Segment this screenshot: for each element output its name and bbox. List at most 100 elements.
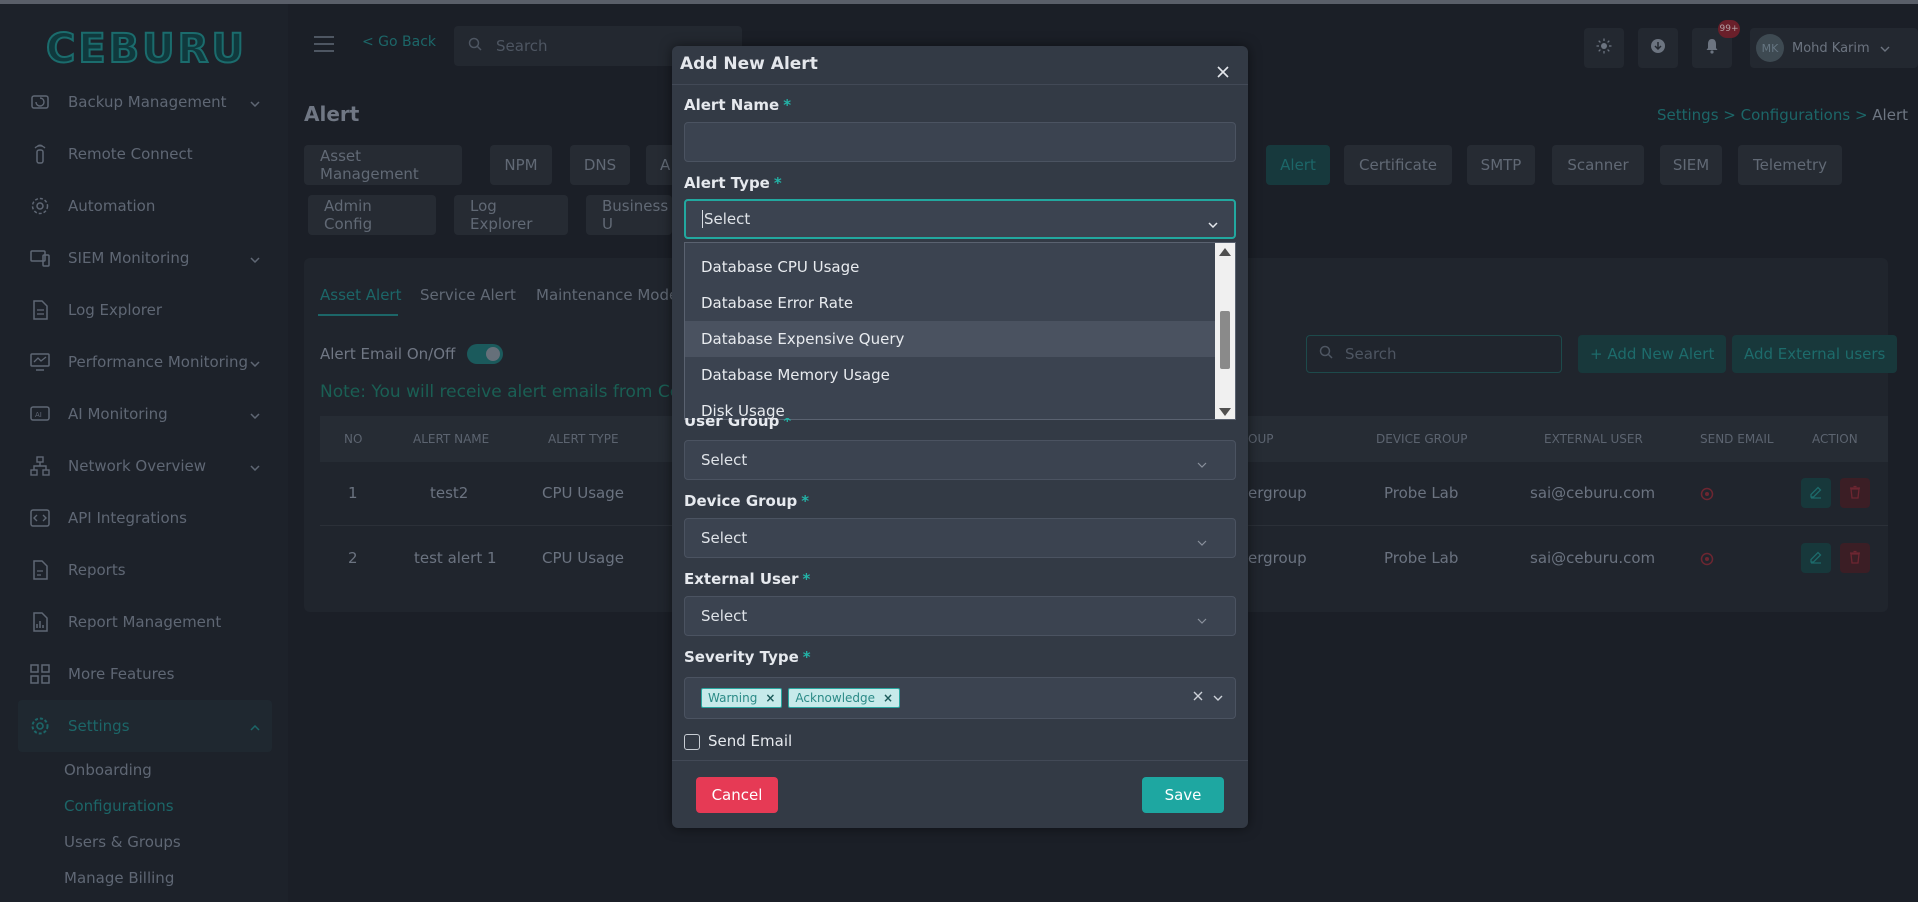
add-new-alert-button[interactable]: + Add New Alert	[1578, 335, 1727, 373]
alert-type-option[interactable]: Database Memory Usage	[685, 357, 1216, 393]
subtab-service-alert[interactable]: Service Alert	[420, 286, 516, 304]
ai-icon: AI	[28, 402, 52, 426]
sidebar-item-reports[interactable]: Reports	[18, 544, 272, 596]
chevron-down-icon	[250, 405, 260, 423]
scrollbar-thumb[interactable]	[1220, 311, 1230, 369]
sidebar-item-label: Network Overview	[68, 457, 207, 475]
go-back-link[interactable]: < Go Back	[362, 34, 436, 50]
config-tab-business[interactable]: Business U	[586, 195, 672, 235]
sidebar-item-settings[interactable]: Settings	[18, 700, 272, 752]
alert-type-select[interactable]: Select	[684, 199, 1236, 239]
severity-tag-label: Acknowledge	[795, 691, 876, 705]
config-tab-asset-management[interactable]: Asset Management	[304, 145, 462, 185]
config-tab-scanner[interactable]: Scanner	[1552, 145, 1644, 185]
sidebar-item-performance-monitoring[interactable]: Performance Monitoring	[18, 336, 272, 388]
sidebar-subitem-configurations[interactable]: Configurations	[18, 788, 272, 824]
device-group-select[interactable]: Select	[684, 518, 1236, 558]
sidebar-item-log-explorer[interactable]: Log Explorer	[18, 284, 272, 336]
download-button[interactable]	[1638, 28, 1678, 68]
table-cell-alert-name: test alert 1	[414, 549, 497, 567]
sidebar-item-remote-connect[interactable]: Remote Connect	[18, 128, 272, 180]
chevron-down-icon	[250, 457, 260, 475]
sidebar-item-ai-monitoring[interactable]: AI AI Monitoring	[18, 388, 272, 440]
severity-tag-label: Warning	[708, 691, 758, 705]
sidebar-item-label: Report Management	[68, 613, 222, 631]
modal-footer-divider	[672, 760, 1248, 761]
add-external-users-button[interactable]: Add External users	[1732, 335, 1898, 373]
config-tab-certificate[interactable]: Certificate	[1344, 145, 1452, 185]
config-tab-log-explorer[interactable]: Log Explorer	[454, 195, 568, 235]
chevron-down-icon	[250, 353, 260, 371]
remove-tag-icon[interactable]: ×	[765, 691, 775, 705]
network-icon	[28, 454, 52, 478]
notifications-button[interactable]: 99+	[1692, 20, 1740, 68]
hamburger-menu-icon[interactable]	[314, 36, 334, 56]
table-search-input[interactable]: Search	[1306, 335, 1562, 373]
notification-count-badge: 99+	[1718, 20, 1740, 38]
download-circle-icon	[1650, 38, 1666, 58]
config-tab-smtp[interactable]: SMTP	[1467, 145, 1535, 185]
app-logo[interactable]: CEBURU	[45, 25, 247, 73]
sidebar-item-network-overview[interactable]: Network Overview	[18, 440, 272, 492]
edit-button[interactable]	[1801, 478, 1831, 508]
sidebar-subitem-users-groups[interactable]: Users & Groups	[18, 824, 272, 860]
config-tab-siem[interactable]: SIEM	[1660, 145, 1722, 185]
search-icon	[468, 37, 482, 55]
external-user-select[interactable]: Select	[684, 596, 1236, 636]
subtab-asset-alert[interactable]: Asset Alert	[320, 286, 401, 304]
sidebar-item-backup-management[interactable]: Backup Management	[18, 76, 272, 128]
sidebar-item-more-features[interactable]: More Features	[18, 648, 272, 700]
sidebar-item-automation[interactable]: Automation	[18, 180, 272, 232]
sidebar-subitem-onboarding[interactable]: Onboarding	[18, 752, 272, 788]
alert-type-option-hovered[interactable]: Database Expensive Query	[685, 321, 1216, 357]
alert-type-option[interactable]: Database Error Rate	[685, 285, 1216, 321]
table-cell-external-user: sai@ceburu.com	[1530, 549, 1656, 567]
alert-type-option[interactable]: Disk Usage	[685, 393, 1216, 419]
table-cell-alert-name: test2	[430, 484, 469, 502]
config-tab-telemetry[interactable]: Telemetry	[1738, 145, 1842, 185]
user-group-select[interactable]: Select	[684, 440, 1236, 480]
alert-name-input[interactable]	[684, 122, 1236, 162]
sidebar-item-api-integrations[interactable]: API Integrations	[18, 492, 272, 544]
subtab-maintenance-mode[interactable]: Maintenance Mode	[536, 286, 678, 304]
user-menu[interactable]: MK Mohd Karim	[1750, 28, 1918, 68]
send-email-label[interactable]: Send Email	[708, 732, 792, 750]
remove-tag-icon[interactable]: ×	[883, 691, 893, 705]
clear-all-icon[interactable]	[1193, 689, 1203, 705]
delete-button[interactable]	[1840, 478, 1870, 508]
severity-type-multiselect[interactable]: Warning × Acknowledge ×	[684, 677, 1236, 719]
sidebar: CEBURU Backup Management Remote Connect Au…	[0, 4, 288, 902]
column-header-action: ACTION	[1812, 432, 1858, 446]
sidebar-subitem-2fa-configurations[interactable]: 2FA Configurations	[18, 896, 272, 902]
config-tab-dns[interactable]: DNS	[570, 145, 630, 185]
trash-icon	[1848, 484, 1862, 503]
config-tab-npm[interactable]: NPM	[490, 145, 552, 185]
config-tab-alert[interactable]: Alert	[1266, 145, 1330, 185]
edit-button[interactable]	[1801, 543, 1831, 573]
sidebar-subitem-manage-billing[interactable]: Manage Billing	[18, 860, 272, 896]
required-mark: *	[802, 648, 811, 666]
send-email-checkbox[interactable]	[684, 734, 700, 750]
alert-type-option[interactable]: Database CPU Usage	[685, 249, 1216, 285]
alert-email-toggle-label: Alert Email On/Off	[320, 345, 456, 363]
close-icon[interactable]	[1217, 63, 1229, 82]
chevron-down-icon	[250, 249, 260, 267]
avatar: MK	[1756, 34, 1784, 62]
alert-type-dropdown-list: Database CPU Usage Database Error Rate D…	[684, 242, 1236, 420]
delete-button[interactable]	[1840, 543, 1870, 573]
dropdown-scrollbar[interactable]	[1215, 243, 1235, 419]
user-name: Mohd Karim	[1792, 40, 1870, 56]
save-button[interactable]: Save	[1142, 777, 1224, 813]
scroll-down-arrow-icon[interactable]	[1219, 408, 1231, 416]
theme-toggle-button[interactable]	[1584, 28, 1624, 68]
breadcrumb-settings[interactable]: Settings	[1657, 106, 1719, 124]
breadcrumb-configurations[interactable]: Configurations	[1741, 106, 1851, 124]
sidebar-item-report-management[interactable]: Report Management	[18, 596, 272, 648]
cancel-button[interactable]: Cancel	[696, 777, 778, 813]
alert-email-toggle[interactable]	[467, 344, 504, 364]
config-tab-admin-config[interactable]: Admin Config	[308, 195, 436, 235]
chevron-down-icon[interactable]	[1213, 689, 1223, 705]
sidebar-item-siem-monitoring[interactable]: SIEM Monitoring	[18, 232, 272, 284]
scroll-up-arrow-icon[interactable]	[1219, 248, 1231, 256]
required-mark: *	[802, 570, 811, 588]
